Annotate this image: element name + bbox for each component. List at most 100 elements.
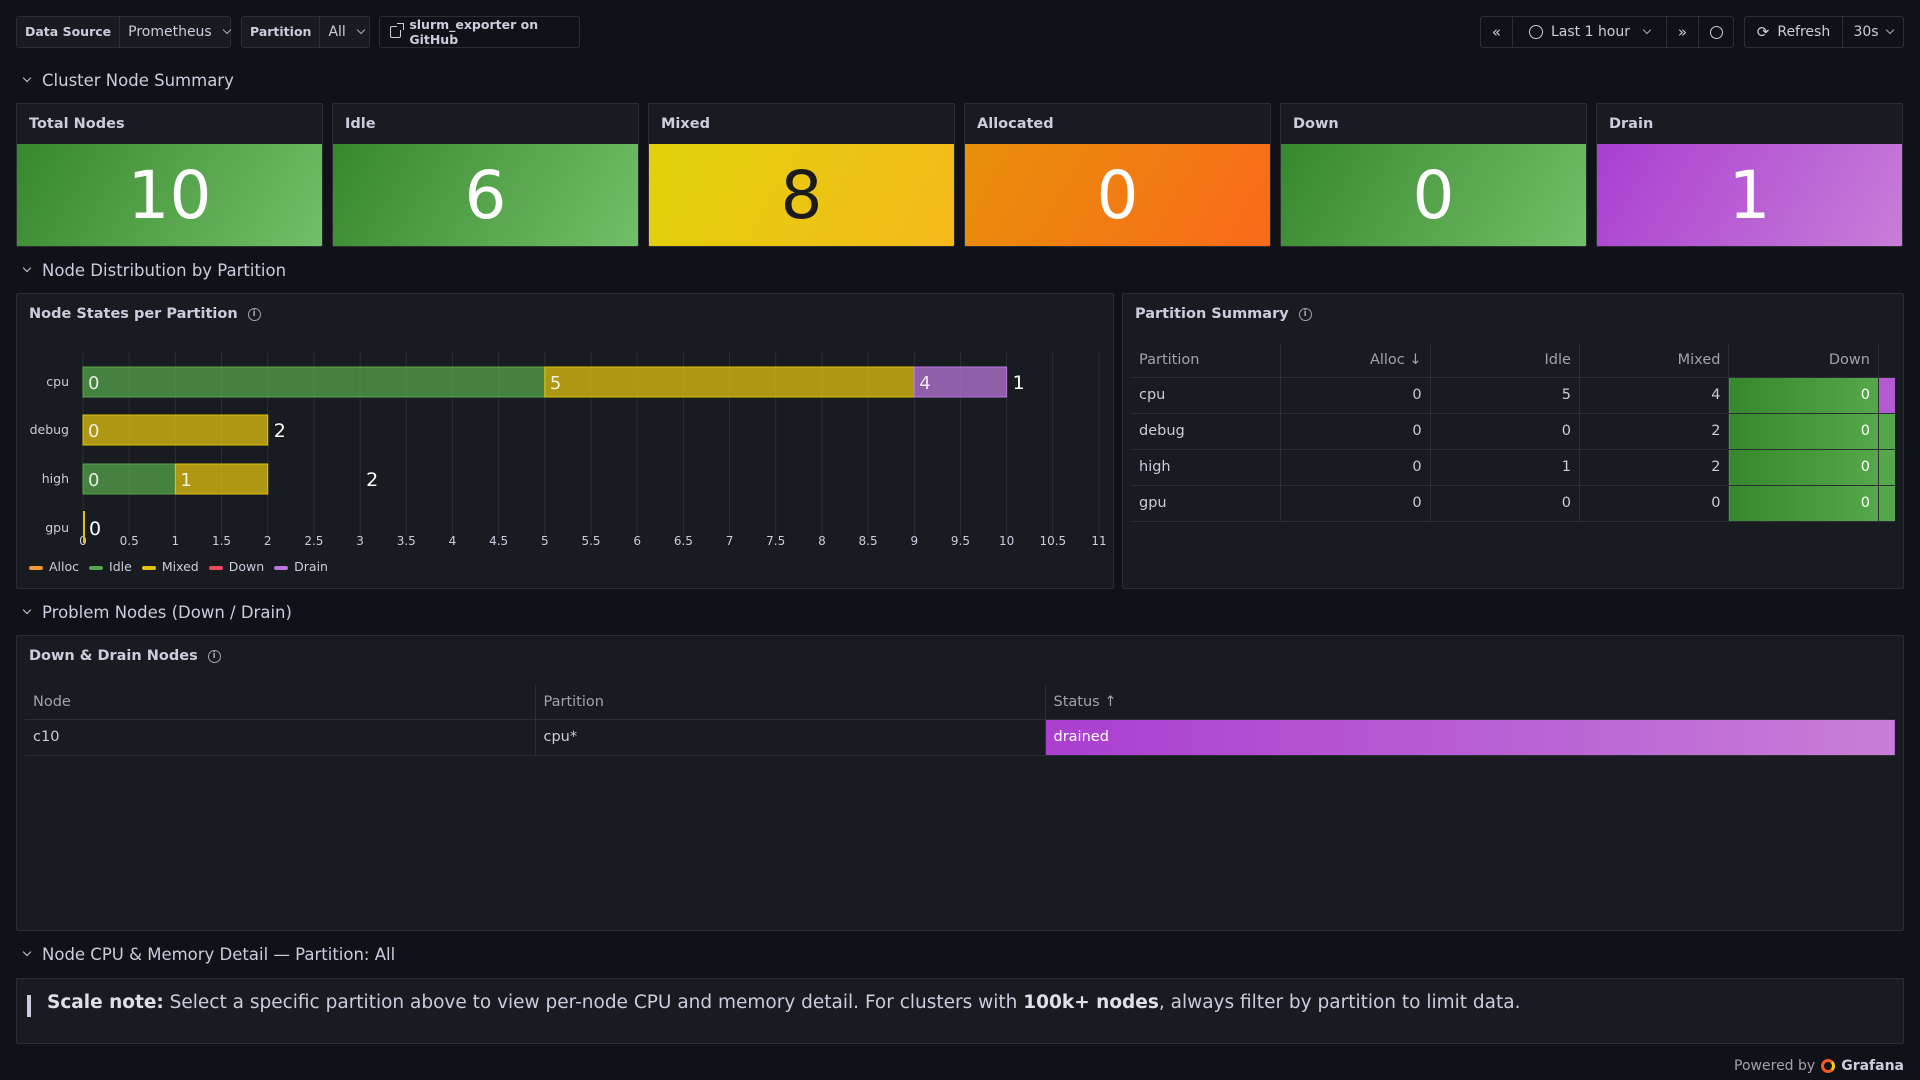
row-cluster-node-summary[interactable]: Cluster Node Summary (22, 68, 234, 92)
stat-title: Drain (1609, 116, 1654, 132)
legend-swatch (29, 565, 43, 570)
x-tick-label: 2 (264, 534, 272, 548)
time-forward-button[interactable]: » (1667, 17, 1699, 47)
info-icon[interactable]: i (207, 649, 221, 663)
refresh-interval-select[interactable]: 30s (1843, 17, 1903, 47)
powered-by-footer: Powered by Grafana (1734, 1058, 1904, 1074)
table-row: high 0 1 2 0 (1131, 449, 1895, 486)
time-range-picker[interactable]: Last 1 hour (1513, 17, 1667, 47)
refresh-label: Refresh (1777, 24, 1831, 40)
legend-label: Down (228, 559, 265, 574)
table-cell: 0 (1728, 449, 1879, 486)
zoom-out-button[interactable] (1699, 17, 1733, 47)
data-label: 0 (88, 421, 99, 442)
time-back-button[interactable]: « (1481, 17, 1513, 47)
legend-item-down[interactable]: Down (208, 559, 265, 574)
stat-panel-drain: Drain 1 (1596, 103, 1903, 247)
panel-title: Partition Summary (1135, 306, 1289, 322)
row-problem-nodes[interactable]: Problem Nodes (Down / Drain) (22, 600, 292, 624)
column-header-node[interactable]: Node (25, 685, 535, 720)
note-emphasis: 100k+ nodes (1023, 992, 1159, 1013)
legend-label: Drain (294, 559, 328, 574)
chart-legend: Alloc Idle Mixed Down Drain (29, 559, 328, 574)
row-node-distribution[interactable]: Node Distribution by Partition (22, 258, 286, 282)
stat-value: 0 (965, 144, 1270, 246)
legend-item-idle[interactable]: Idle (89, 559, 132, 574)
blockquote-bar (27, 995, 31, 1017)
info-icon[interactable]: i (1298, 307, 1312, 321)
data-label: 5 (550, 373, 561, 394)
drain-indicator-cell (1877, 413, 1895, 450)
drain-indicator-cell (1877, 485, 1895, 522)
x-tick-label: 0.5 (120, 534, 139, 548)
chevrons-left-icon: « (1491, 23, 1502, 41)
column-header-down[interactable]: Down (1728, 343, 1879, 378)
legend-item-alloc[interactable]: Alloc (29, 559, 79, 574)
column-header-idle[interactable]: Idle (1429, 343, 1580, 378)
table-row: debug 0 0 2 0 (1131, 413, 1895, 450)
table-row: cpu 0 5 4 0 (1131, 377, 1895, 414)
column-header-partition[interactable]: Partition (534, 685, 1045, 720)
node-states-panel: Node States per Partition i 00.511.522.5… (16, 293, 1114, 589)
table-row: c10 cpu* drained (25, 719, 1895, 756)
problem-table-wrap: Node Partition Status ↑ c10 cpu* drained (25, 685, 1895, 756)
x-tick-label: 1 (172, 534, 180, 548)
legend-label: Alloc (49, 559, 80, 574)
column-header-status[interactable]: Status ↑ (1044, 685, 1895, 720)
legend-swatch (208, 565, 223, 570)
partition-select[interactable]: All (320, 17, 371, 47)
x-tick-label: 4.5 (489, 534, 508, 548)
column-header-mixed[interactable]: Mixed (1578, 343, 1729, 378)
legend-label: Idle (109, 559, 132, 574)
grafana-brand: Grafana (1841, 1058, 1904, 1074)
status-badge: drained (1044, 719, 1895, 756)
table-cell: 0 (1280, 485, 1431, 522)
stat-value: 6 (333, 144, 638, 246)
time-range-label: Last 1 hour (1550, 24, 1631, 40)
legend-item-drain[interactable]: Drain (274, 559, 328, 574)
stat-panel-allocated: Allocated 0 (964, 103, 1271, 247)
time-picker-group: « Last 1 hour » (1480, 16, 1734, 48)
x-tick-label: 10.5 (1039, 534, 1066, 548)
data-label: 4 (919, 373, 930, 394)
datasource-variable[interactable]: Data Source Prometheus (16, 16, 231, 48)
x-tick-label: 8 (818, 534, 826, 548)
chevron-down-icon (1642, 25, 1652, 35)
legend-item-mixed[interactable]: Mixed (141, 559, 199, 574)
sort-asc-icon: ↑ (1099, 693, 1117, 710)
stat-value: 1 (1597, 144, 1902, 246)
table-cell: 0 (1578, 485, 1729, 522)
stat-title: Down (1293, 116, 1339, 132)
down-drain-table: Node Partition Status ↑ c10 cpu* drained (25, 685, 1895, 756)
x-tick-label: 2.5 (304, 534, 323, 548)
partition-variable[interactable]: Partition All (241, 16, 370, 48)
bar-segment (544, 366, 915, 398)
x-tick-label: 1.5 (212, 534, 231, 548)
table-cell: 1 (1429, 449, 1580, 486)
datasource-select[interactable]: Prometheus (120, 17, 238, 47)
table-cell: 0 (1429, 413, 1580, 450)
refresh-button[interactable]: ⟳ Refresh (1745, 17, 1843, 47)
table-cell: 0 (1280, 413, 1431, 450)
column-header-partition[interactable]: Partition (1131, 343, 1281, 378)
table-cell: c10 (25, 719, 535, 756)
row-node-detail[interactable]: Node CPU & Memory Detail — Partition: Al… (22, 942, 395, 966)
x-tick-label: 8.5 (859, 534, 878, 548)
table-cell: 5 (1429, 377, 1580, 414)
chevron-down-icon (356, 25, 366, 35)
x-tick-label: 11 (1091, 534, 1106, 548)
data-label: 2 (274, 420, 286, 442)
x-tick-label: 6 (633, 534, 641, 548)
external-link-icon (390, 23, 405, 38)
legend-swatch (274, 565, 289, 570)
table-cell: cpu* (534, 719, 1045, 756)
data-label: 0 (88, 373, 99, 394)
stat-value: 0 (1281, 144, 1586, 246)
data-label: 2 (366, 469, 378, 491)
data-label: 0 (89, 518, 101, 540)
github-link[interactable]: slurm_exporter on GitHub (379, 16, 580, 48)
y-category-label: cpu (46, 374, 69, 389)
partition-value: All (328, 24, 346, 40)
column-header-alloc[interactable]: Alloc ↓ (1280, 343, 1431, 378)
table-cell: 2 (1578, 413, 1729, 450)
